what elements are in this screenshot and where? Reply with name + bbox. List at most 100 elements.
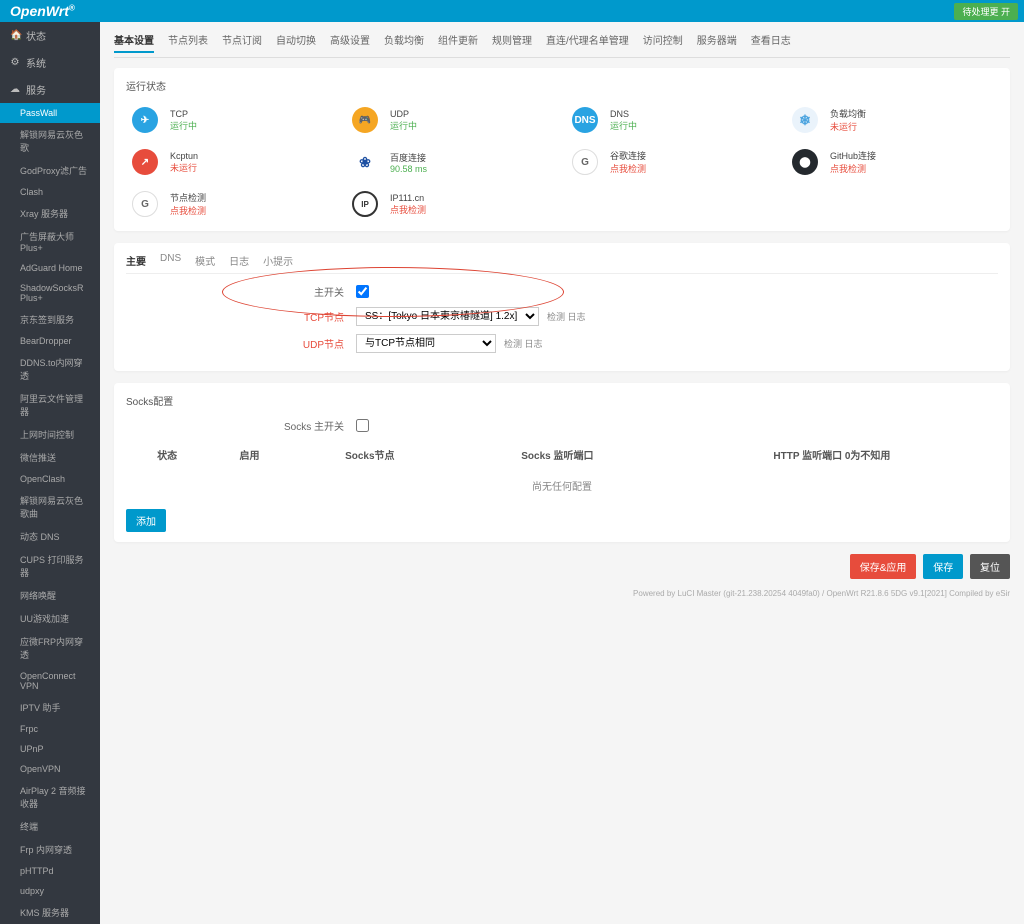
sidebar-item[interactable]: Frpc xyxy=(0,719,100,739)
sidebar-item[interactable]: 应微FRP内网穿透 xyxy=(0,630,100,666)
udp-node-label: UDP节点 xyxy=(126,336,356,351)
tab[interactable]: 负载均衡 xyxy=(384,32,424,53)
status-name: IP111.cn xyxy=(390,193,426,203)
status-item[interactable]: G谷歌连接点我检测 xyxy=(566,145,778,179)
sidebar-item[interactable]: 解锁网易云灰色歌曲 xyxy=(0,489,100,525)
sidebar-category[interactable]: ☁服务 xyxy=(0,76,100,103)
status-item[interactable]: ❄负载均衡未运行 xyxy=(786,103,998,137)
sidebar-item[interactable]: AirPlay 2 音频接收器 xyxy=(0,779,100,815)
pending-changes-button[interactable]: 待处理更 开 xyxy=(954,3,1018,20)
subtab[interactable]: 模式 xyxy=(195,253,215,268)
socks-switch-checkbox[interactable] xyxy=(356,419,369,432)
table-header: 启用 xyxy=(208,441,290,468)
subtab[interactable]: 主要 xyxy=(126,253,146,268)
status-name: 谷歌连接 xyxy=(610,149,646,162)
sidebar-item[interactable]: BearDropper xyxy=(0,331,100,351)
sidebar-item[interactable]: OpenClash xyxy=(0,469,100,489)
sidebar-item[interactable]: IPTV 助手 xyxy=(0,696,100,719)
tab[interactable]: 服务器端 xyxy=(697,32,737,53)
status-icon: ❀ xyxy=(352,149,378,175)
tab[interactable]: 节点订阅 xyxy=(222,32,262,53)
tcp-node-actions[interactable]: 检测 日志 xyxy=(547,310,586,323)
subtab[interactable]: 小提示 xyxy=(263,253,293,268)
save-button[interactable]: 保存 xyxy=(923,554,963,579)
status-item[interactable]: DNSDNS运行中 xyxy=(566,103,778,137)
category-icon: ⚙ xyxy=(10,57,20,68)
status-item[interactable]: ↗Kcptun未运行 xyxy=(126,145,338,179)
sidebar-item[interactable]: OpenConnect VPN xyxy=(0,666,100,696)
status-item[interactable]: G节点检测点我检测 xyxy=(126,187,338,221)
status-name: UDP xyxy=(390,109,417,119)
sidebar: 🏠 状态 ⚙ 系统 ☁服务PassWall解锁网易云灰色歌GodProxy滤广告Clas… xyxy=(0,22,100,924)
tab[interactable]: 自动切换 xyxy=(276,32,316,53)
table-header: Socks节点 xyxy=(291,441,449,468)
sidebar-category[interactable]: ⚙ 系统 xyxy=(0,49,100,76)
status-item[interactable]: ✈TCP运行中 xyxy=(126,103,338,137)
tab[interactable]: 访问控制 xyxy=(643,32,683,53)
status-name: Kcptun xyxy=(170,151,198,161)
category-label: 系统 xyxy=(26,55,46,70)
status-item[interactable]: 🎮UDP运行中 xyxy=(346,103,558,137)
status-icon: ↗ xyxy=(132,149,158,175)
top-bar: OpenWrt® 待处理更 开 xyxy=(0,0,1024,22)
sidebar-item[interactable]: udpxy xyxy=(0,881,100,901)
sidebar-item[interactable]: 解锁网易云灰色歌 xyxy=(0,123,100,159)
reset-button[interactable]: 复位 xyxy=(970,554,1010,579)
sidebar-item[interactable]: GodProxy滤广告 xyxy=(0,159,100,182)
status-item[interactable]: ⬤GitHub连接点我检测 xyxy=(786,145,998,179)
tab[interactable]: 基本设置 xyxy=(114,32,154,53)
tab[interactable]: 规则管理 xyxy=(492,32,532,53)
sidebar-item[interactable]: 京东签到服务 xyxy=(0,308,100,331)
sidebar-item[interactable]: 终端 xyxy=(0,815,100,838)
sidebar-item[interactable]: PassWall xyxy=(0,103,100,123)
sidebar-item[interactable]: 微信推送 xyxy=(0,446,100,469)
category-icon: 🏠 xyxy=(10,30,20,41)
udp-node-actions[interactable]: 检测 日志 xyxy=(504,337,543,350)
main-switch-checkbox[interactable] xyxy=(356,285,369,298)
footer-meta: Powered by LuCI Master (git-21.238.20254… xyxy=(114,589,1010,598)
tab[interactable]: 查看日志 xyxy=(751,32,791,53)
sidebar-item[interactable]: 广告屏蔽大师 Plus+ xyxy=(0,225,100,258)
sidebar-item[interactable]: 阿里云文件管理器 xyxy=(0,387,100,423)
udp-node-select[interactable]: 与TCP节点相同 xyxy=(356,334,496,353)
status-item[interactable]: IPIP111.cn点我检测 xyxy=(346,187,558,221)
socks-title: Socks配置 xyxy=(126,393,998,408)
status-icon: G xyxy=(132,191,158,217)
tcp-node-select[interactable]: SS：[Tokyo 日本東京椿隧道] 1.2x] xyxy=(356,307,539,326)
sidebar-item[interactable]: Xray 服务器 xyxy=(0,202,100,225)
status-name: TCP xyxy=(170,109,197,119)
sidebar-item[interactable]: OpenVPN xyxy=(0,759,100,779)
brand: OpenWrt® xyxy=(10,3,75,19)
sidebar-item[interactable]: CUPS 打印服务器 xyxy=(0,548,100,584)
sidebar-item[interactable]: DDNS.to内网穿透 xyxy=(0,351,100,387)
sidebar-item[interactable]: 动态 DNS xyxy=(0,525,100,548)
status-value: 点我检测 xyxy=(830,162,876,175)
status-icon: ⬤ xyxy=(792,149,818,175)
category-label: 状态 xyxy=(26,28,46,43)
tab[interactable]: 组件更新 xyxy=(438,32,478,53)
main-tabs: 基本设置节点列表节点订阅自动切换高级设置负载均衡组件更新规则管理直连/代理名单管… xyxy=(114,32,1010,58)
sidebar-item[interactable]: Clash xyxy=(0,182,100,202)
sidebar-item[interactable]: KMS 服务器 xyxy=(0,901,100,924)
sidebar-item[interactable]: ShadowSocksR Plus+ xyxy=(0,278,100,308)
add-button[interactable]: 添加 xyxy=(126,509,166,532)
subtab[interactable]: DNS xyxy=(160,253,181,268)
sidebar-item[interactable]: pHTTPd xyxy=(0,861,100,881)
tab[interactable]: 高级设置 xyxy=(330,32,370,53)
status-icon: ❄ xyxy=(792,107,818,133)
subtab[interactable]: 日志 xyxy=(229,253,249,268)
sidebar-item[interactable]: UU游戏加速 xyxy=(0,607,100,630)
status-icon: ✈ xyxy=(132,107,158,133)
tab[interactable]: 直连/代理名单管理 xyxy=(546,32,629,53)
status-item[interactable]: ❀百度连接90.58 ms xyxy=(346,145,558,179)
status-value: 点我检测 xyxy=(170,204,206,217)
sidebar-item[interactable]: AdGuard Home xyxy=(0,258,100,278)
tab[interactable]: 节点列表 xyxy=(168,32,208,53)
sidebar-item[interactable]: UPnP xyxy=(0,739,100,759)
sidebar-category[interactable]: 🏠 状态 xyxy=(0,22,100,49)
socks-card: Socks配置 Socks 主开关 状态启用Socks节点Socks 监听端口H… xyxy=(114,383,1010,542)
sidebar-item[interactable]: 上网时间控制 xyxy=(0,423,100,446)
sidebar-item[interactable]: Frp 内网穿透 xyxy=(0,838,100,861)
save-apply-button[interactable]: 保存&应用 xyxy=(850,554,917,579)
sidebar-item[interactable]: 网络唤醒 xyxy=(0,584,100,607)
